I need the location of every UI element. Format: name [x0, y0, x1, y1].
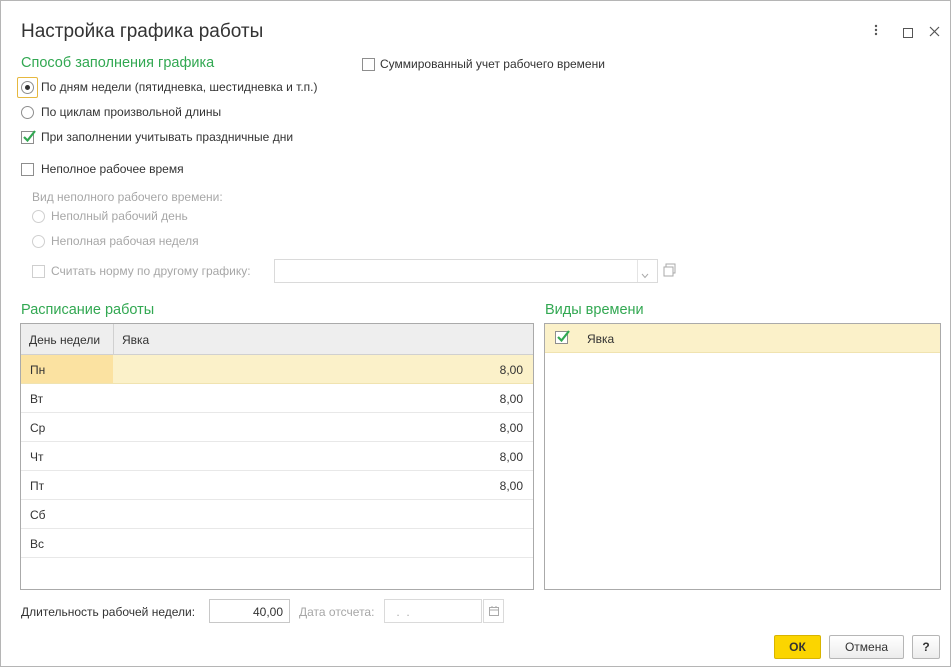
chevron-down-icon[interactable]: [641, 268, 649, 282]
dialog-title: Настройка графика работы: [21, 21, 264, 42]
week-length-value: 40,00: [252, 605, 283, 619]
row-value: 8,00: [499, 450, 523, 464]
radio-part-week-label: Неполная рабочая неделя: [51, 234, 199, 248]
table-row[interactable]: Вс: [21, 529, 533, 558]
schedule-table-header: День недели Явка: [21, 324, 533, 355]
time-type-label: Явка: [587, 332, 615, 346]
maximize-icon[interactable]: [903, 25, 913, 41]
other-norm-checkbox[interactable]: [32, 265, 45, 278]
ref-date-label: Дата отсчета:: [299, 605, 375, 619]
time-types-list[interactable]: Явка: [544, 323, 941, 590]
other-norm-field[interactable]: [274, 259, 658, 283]
radio-weekdays[interactable]: [21, 81, 34, 94]
checkmark-icon: [557, 330, 570, 343]
row-day: Пн: [30, 363, 46, 377]
part-time-checkbox[interactable]: [21, 163, 34, 176]
radio-cycles-label: По циклам произвольной длины: [41, 105, 222, 119]
table-row[interactable]: Вт 8,00: [21, 384, 533, 413]
row-value: 8,00: [499, 392, 523, 406]
other-norm-label: Считать норму по другому графику:: [51, 264, 251, 278]
radio-part-week[interactable]: [32, 235, 45, 248]
more-vertical-icon[interactable]: [873, 23, 879, 40]
radio-part-day-label: Неполный рабочий день: [51, 209, 188, 223]
ref-date-value: . .: [393, 605, 410, 619]
row-day: Ср: [30, 421, 46, 435]
row-value: 8,00: [499, 363, 523, 377]
ok-button[interactable]: ОК: [774, 635, 821, 659]
list-item[interactable]: Явка: [545, 324, 940, 353]
row-day: Пт: [30, 479, 45, 493]
week-length-input[interactable]: 40,00: [209, 599, 290, 623]
radio-cycles[interactable]: [21, 106, 34, 119]
radio-dot: [25, 85, 30, 90]
time-types-title: Виды времени: [545, 302, 644, 318]
calendar-icon: [489, 606, 499, 616]
table-row[interactable]: Сб: [21, 500, 533, 529]
time-type-checkbox[interactable]: [555, 330, 570, 344]
calendar-button[interactable]: [483, 599, 504, 623]
row-day: Чт: [30, 450, 44, 464]
radio-part-day[interactable]: [32, 210, 45, 223]
radio-weekdays-label: По дням недели (пятидневка, шестидневка …: [41, 80, 318, 94]
column-header-day[interactable]: День недели: [29, 333, 100, 347]
row-value: 8,00: [499, 421, 523, 435]
schedule-table[interactable]: День недели Явка Пн 8,00 Вт 8,00 Ср 8,00…: [20, 323, 534, 590]
table-row[interactable]: Ср 8,00: [21, 413, 533, 442]
summarized-checkbox[interactable]: [362, 58, 375, 71]
checkmark-icon: [23, 130, 36, 143]
close-icon[interactable]: [929, 24, 940, 40]
row-value: 8,00: [499, 479, 523, 493]
summarized-label: Суммированный учет рабочего времени: [380, 57, 605, 71]
table-row[interactable]: Пт 8,00: [21, 471, 533, 500]
row-day: Вт: [30, 392, 44, 406]
cancel-button[interactable]: Отмена: [829, 635, 904, 659]
row-day: Вс: [30, 537, 45, 551]
holidays-checkbox[interactable]: [21, 130, 36, 144]
ref-date-input[interactable]: . .: [384, 599, 482, 623]
part-time-label: Неполное рабочее время: [41, 162, 184, 176]
schedule-title: Расписание работы: [21, 302, 155, 318]
part-time-kind-label: Вид неполного рабочего времени:: [32, 190, 223, 204]
holidays-label: При заполнении учитывать праздничные дни: [41, 130, 294, 144]
header-divider: [113, 324, 114, 355]
table-row[interactable]: Пн 8,00: [21, 355, 533, 384]
open-link-icon[interactable]: [663, 263, 677, 280]
fill-method-title: Способ заполнения графика: [21, 55, 215, 71]
settings-dialog: Настройка графика работы Способ заполнен…: [0, 0, 951, 667]
field-divider: [637, 260, 638, 282]
column-header-attendance[interactable]: Явка: [122, 333, 149, 347]
help-button[interactable]: ?: [912, 635, 940, 659]
week-length-label: Длительность рабочей недели:: [21, 605, 196, 619]
table-row[interactable]: Чт 8,00: [21, 442, 533, 471]
row-day: Сб: [30, 508, 46, 522]
